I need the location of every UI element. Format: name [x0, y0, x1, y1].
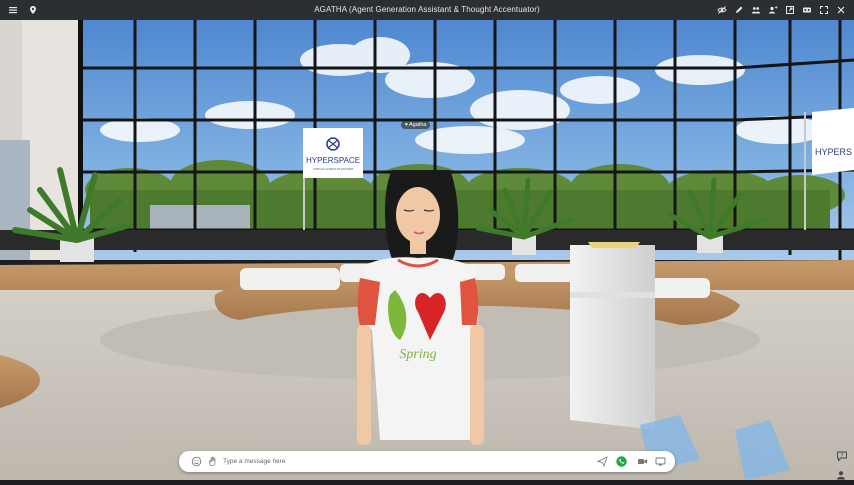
banner-text: HYPERSPACE: [306, 156, 360, 165]
avatar-name-tag: ▾ Agatha: [401, 121, 431, 129]
people-icon[interactable]: [751, 5, 761, 15]
podium: [570, 242, 655, 430]
edit-icon[interactable]: [734, 5, 744, 15]
screen-share-icon[interactable]: [655, 456, 666, 467]
call-icon[interactable]: [616, 456, 627, 467]
avatar-name: Agatha: [409, 122, 427, 128]
shirt-text: Spring: [399, 347, 436, 362]
chat-message-input[interactable]: [223, 454, 523, 468]
right-banner-text: HYPERS: [815, 147, 852, 157]
person-add-icon[interactable]: [768, 5, 778, 15]
hand-raise-icon[interactable]: [207, 456, 218, 467]
top-toolbar: AGATHA (Agent Generation Assistant & Tho…: [0, 0, 854, 20]
help-chat-icon[interactable]: ?: [836, 449, 848, 462]
banner-subtext: VIRTUAL EVENT PLATFORM: [313, 167, 354, 171]
svg-text:?: ?: [841, 453, 844, 459]
user-profile-icon[interactable]: [836, 467, 846, 480]
video-camera-icon[interactable]: [637, 456, 648, 467]
chat-bar: [179, 451, 675, 472]
name-tag-dot-icon: ▾: [405, 122, 408, 128]
fullscreen-icon[interactable]: [819, 5, 829, 15]
close-icon[interactable]: [836, 5, 846, 15]
emoji-icon[interactable]: [191, 456, 202, 467]
vr-headset-icon[interactable]: [802, 5, 812, 15]
send-icon[interactable]: [597, 456, 608, 467]
toolbar-right-group: [717, 0, 846, 20]
share-icon[interactable]: [785, 5, 795, 15]
virtual-room-viewport[interactable]: HYPERSPACE VIRTUAL EVENT PLATFORM HYPERS: [0, 20, 854, 480]
room-scene: HYPERSPACE VIRTUAL EVENT PLATFORM HYPERS: [0, 20, 854, 480]
visibility-icon[interactable]: [717, 5, 727, 15]
